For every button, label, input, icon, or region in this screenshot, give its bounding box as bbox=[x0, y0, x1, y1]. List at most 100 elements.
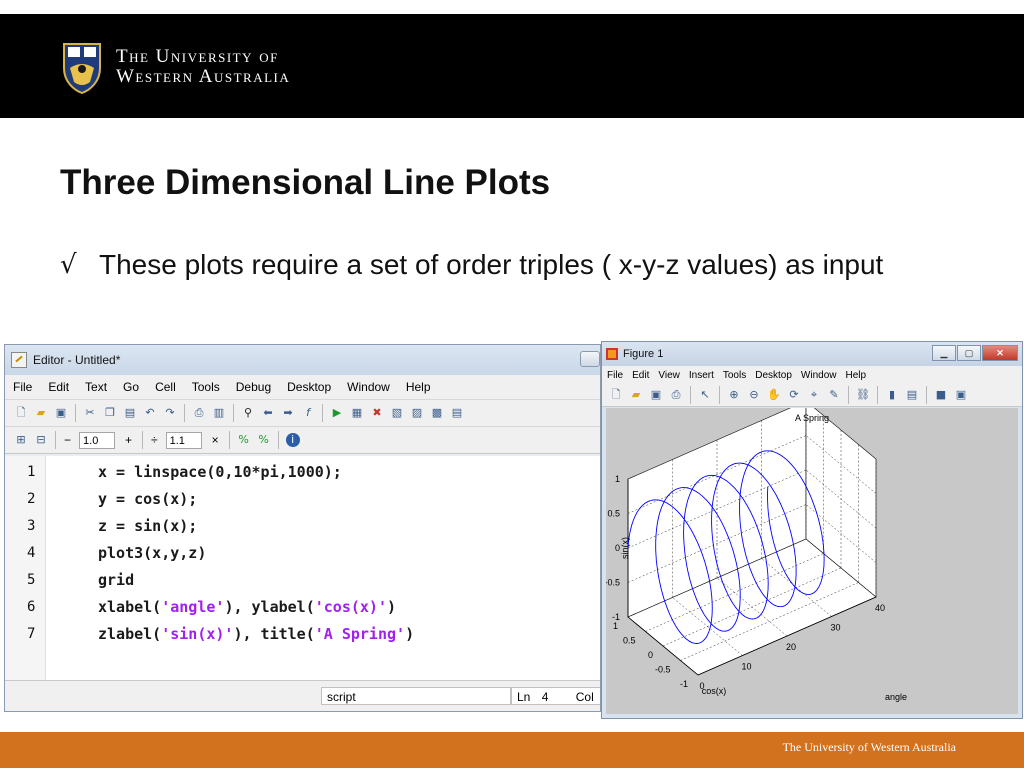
menu-text[interactable]: Text bbox=[85, 380, 107, 394]
toolbar-separator bbox=[926, 386, 927, 404]
menu-tools[interactable]: Tools bbox=[192, 380, 220, 394]
cell-divider-icon[interactable]: ⊟ bbox=[34, 433, 48, 447]
pan-hand-icon[interactable]: ✋ bbox=[767, 388, 781, 402]
step-out-icon[interactable]: ▩ bbox=[430, 406, 444, 420]
minimize-button[interactable]: ▁ bbox=[932, 345, 956, 361]
save-figure-icon[interactable]: ▣ bbox=[649, 388, 663, 402]
close-button[interactable]: ✕ bbox=[982, 345, 1018, 361]
help-info-icon[interactable]: i bbox=[285, 433, 300, 447]
fig-menu-tools[interactable]: Tools bbox=[723, 370, 746, 381]
new-file-icon[interactable]: 🗋 bbox=[14, 406, 28, 420]
y-axis-label: cos(x) bbox=[702, 686, 727, 696]
fig-menu-insert[interactable]: Insert bbox=[689, 370, 714, 381]
insert-cell-icon[interactable]: ⊞ bbox=[14, 433, 28, 447]
maximize-button[interactable]: ▢ bbox=[957, 345, 981, 361]
publish-icon[interactable]: ▥ bbox=[212, 406, 226, 420]
line-number-gutter bbox=[5, 456, 46, 680]
paste-icon[interactable]: ▤ bbox=[123, 406, 137, 420]
fig-menu-desktop[interactable]: Desktop bbox=[755, 370, 792, 381]
toolbar-separator bbox=[228, 431, 230, 449]
link-plot-icon[interactable]: ⛓ bbox=[856, 388, 870, 402]
spring-3d-plot[interactable]: -1-0.500.51010203040-1-0.500.51A Springa… bbox=[604, 400, 1018, 714]
open-folder-icon[interactable]: ▰ bbox=[34, 406, 48, 420]
new-figure-icon[interactable]: 🗋 bbox=[609, 388, 623, 402]
forward-arrow-icon[interactable]: ➡ bbox=[281, 406, 295, 420]
header-bar: The University of Western Australia bbox=[0, 14, 1024, 118]
code-token: ) bbox=[387, 598, 397, 616]
redo-icon[interactable]: ↷ bbox=[163, 406, 177, 420]
bullet-checkmark-icon: √ bbox=[60, 250, 77, 280]
exit-debug-icon[interactable]: ▤ bbox=[450, 406, 464, 420]
fig-menu-view[interactable]: View bbox=[658, 370, 680, 381]
evaluate-cell-icon[interactable]: % bbox=[237, 433, 251, 447]
rotate-3d-icon[interactable]: ⟳ bbox=[787, 388, 801, 402]
increment-button[interactable]: + bbox=[125, 433, 132, 447]
cut-icon[interactable]: ✂ bbox=[83, 406, 97, 420]
code-line[interactable]: xlabel('angle'), ylabel('cos(x)') bbox=[98, 598, 396, 616]
set-breakpoint-icon[interactable]: ▦ bbox=[350, 406, 364, 420]
cell-value-input[interactable]: 1.0 bbox=[79, 431, 116, 449]
step-icon[interactable]: ▧ bbox=[390, 406, 404, 420]
colorbar-icon[interactable]: ▮ bbox=[885, 388, 899, 402]
code-line[interactable]: y = cos(x); bbox=[98, 490, 197, 508]
undo-icon[interactable]: ↶ bbox=[143, 406, 157, 420]
menu-cell[interactable]: Cell bbox=[155, 380, 176, 394]
open-file-icon[interactable]: ▰ bbox=[629, 388, 643, 402]
code-line[interactable]: x = linspace(0,10*pi,1000); bbox=[98, 463, 342, 481]
legend-icon[interactable]: ▤ bbox=[905, 388, 919, 402]
code-string: 'cos(x)' bbox=[314, 598, 387, 616]
function-icon[interactable]: f bbox=[301, 406, 315, 420]
plot-canvas[interactable]: -1 -0.5 0 0.5 1 0 10 20 30 40 -1 -0.5 0 0.5 1 A Spring a… bbox=[604, 400, 1018, 714]
status-mode: script bbox=[321, 687, 511, 705]
toolbar-separator bbox=[75, 404, 76, 422]
menu-desktop[interactable]: Desktop bbox=[287, 380, 331, 394]
show-plot-tools-icon[interactable]: ▣ bbox=[954, 388, 968, 402]
multiply-button[interactable]: × bbox=[212, 433, 219, 447]
code-token: ), title( bbox=[233, 625, 315, 643]
menu-go[interactable]: Go bbox=[123, 380, 139, 394]
menu-help[interactable]: Help bbox=[406, 380, 431, 394]
fig-menu-file[interactable]: File bbox=[607, 370, 623, 381]
menu-window[interactable]: Window bbox=[347, 380, 390, 394]
zoom-out-icon[interactable]: ⊖ bbox=[747, 388, 761, 402]
hide-plot-tools-icon[interactable]: ■ bbox=[934, 388, 948, 402]
editor-menubar: File Edit Text Go Cell Tools Debug Desktop Windo… bbox=[5, 375, 600, 400]
evaluate-advance-icon[interactable]: % bbox=[257, 433, 271, 447]
fig-menu-window[interactable]: Window bbox=[801, 370, 837, 381]
find-binoculars-icon[interactable]: ⚲ bbox=[241, 406, 255, 420]
window-controls: ▁ ▢ ✕ bbox=[931, 345, 1018, 361]
decrement-button[interactable]: − bbox=[64, 433, 71, 447]
editor-titlebar[interactable]: Editor - Untitled* bbox=[5, 345, 600, 375]
code-line[interactable]: z = sin(x); bbox=[98, 517, 197, 535]
fig-menu-help[interactable]: Help bbox=[846, 370, 867, 381]
edit-plot-arrow-icon[interactable]: ↖ bbox=[698, 388, 712, 402]
minimize-button[interactable] bbox=[580, 351, 600, 367]
cell-factor-input[interactable]: 1.1 bbox=[165, 431, 202, 449]
code-line[interactable]: zlabel('sin(x)'), title('A Spring') bbox=[98, 625, 414, 643]
zoom-in-icon[interactable]: ⊕ bbox=[727, 388, 741, 402]
save-icon[interactable]: ▣ bbox=[54, 406, 68, 420]
code-token: xlabel( bbox=[98, 598, 162, 616]
code-editor[interactable]: 1 x = linspace(0,10*pi,1000); 2 y = cos(x);… bbox=[5, 456, 600, 680]
code-line[interactable]: plot3(x,y,z) bbox=[98, 544, 206, 562]
fig-menu-edit[interactable]: Edit bbox=[632, 370, 649, 381]
menu-edit[interactable]: Edit bbox=[48, 380, 69, 394]
figure-titlebar[interactable]: Figure 1 ▁ ▢ ✕ bbox=[602, 342, 1022, 366]
menu-file[interactable]: File bbox=[13, 380, 32, 394]
line-number: 5 bbox=[27, 572, 36, 588]
print-icon[interactable]: ⎙ bbox=[192, 406, 206, 420]
toolbar-separator bbox=[142, 431, 144, 449]
back-arrow-icon[interactable]: ⬅ bbox=[261, 406, 275, 420]
data-cursor-icon[interactable]: ⌖ bbox=[807, 388, 821, 402]
print-figure-icon[interactable]: ⎙ bbox=[669, 388, 683, 402]
code-line[interactable]: grid bbox=[98, 571, 134, 589]
toolbar-separator bbox=[719, 386, 720, 404]
z-tick-label: 0.5 bbox=[607, 509, 620, 519]
run-icon[interactable]: ▶ bbox=[330, 406, 344, 420]
menu-debug[interactable]: Debug bbox=[236, 380, 271, 394]
step-in-icon[interactable]: ▨ bbox=[410, 406, 424, 420]
brush-icon[interactable]: ✎ bbox=[827, 388, 841, 402]
copy-icon[interactable]: ❐ bbox=[103, 406, 117, 420]
clear-breakpoint-icon[interactable]: ✖ bbox=[370, 406, 384, 420]
divide-button[interactable]: ÷ bbox=[151, 433, 158, 447]
